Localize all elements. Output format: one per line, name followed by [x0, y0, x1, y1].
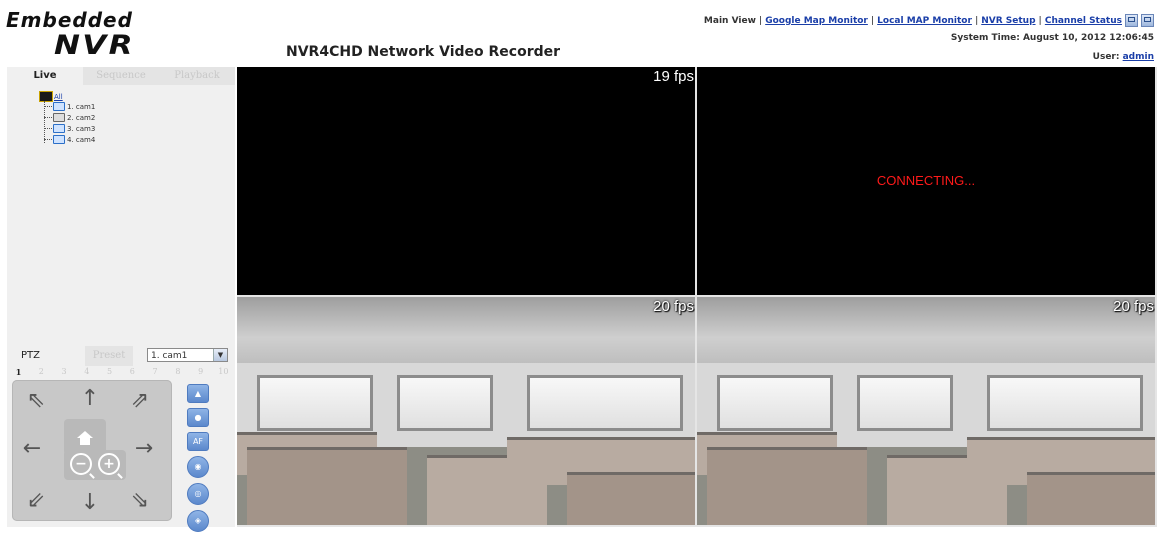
tilt-down-button[interactable]: ↓	[70, 484, 110, 520]
tree-item-label: 1. cam1	[67, 102, 96, 111]
zoom-out-button[interactable]: −	[70, 453, 92, 475]
preset-number-8[interactable]: 8	[168, 367, 187, 379]
tab-ptz[interactable]: PTZ	[21, 346, 40, 366]
video-channel-1[interactable]: 19 fps	[237, 67, 695, 295]
preset-number-3[interactable]: 3	[55, 367, 74, 379]
preset-number-2[interactable]: 2	[32, 367, 51, 379]
tab-live[interactable]: Live	[7, 67, 83, 85]
tilt-up-button[interactable]: ↑	[70, 380, 110, 416]
office-camera-feed	[697, 297, 1155, 525]
logo-line2: NVR	[54, 30, 135, 61]
tree-item-cam4[interactable]: 4. cam4	[44, 135, 95, 144]
chevron-down-icon[interactable]: ▼	[213, 349, 227, 361]
preset-number-4[interactable]: 4	[77, 367, 96, 379]
snapshot-icon[interactable]: ▲	[187, 384, 209, 403]
camera-select-value: 1. cam1	[151, 351, 188, 361]
user-info: User: admin	[1093, 52, 1154, 62]
mode-tabs: Live Sequence Playback	[7, 67, 235, 85]
camera-icon	[53, 124, 65, 133]
channel-status-link[interactable]: Channel Status	[1045, 16, 1122, 26]
preset-number-1[interactable]: 1	[9, 367, 28, 379]
tree-branch	[44, 106, 52, 107]
pan-up-right-button[interactable]: ⇗	[120, 382, 160, 418]
single-view-icon[interactable]	[1125, 14, 1138, 27]
tab-playback[interactable]: Playback	[159, 67, 235, 85]
user-name-link[interactable]: admin	[1123, 52, 1154, 62]
user-label: User:	[1092, 52, 1120, 62]
page-title: NVR4CHD Network Video Recorder	[286, 44, 561, 60]
preset-number-10[interactable]: 10	[214, 367, 233, 379]
main-view-label[interactable]: Main View	[704, 16, 756, 26]
pan-down-right-button[interactable]: ⇘	[120, 482, 160, 518]
camera-offline-icon	[53, 113, 65, 122]
fullscreen-icon[interactable]	[1141, 14, 1154, 27]
tree-item-label: 3. cam3	[67, 124, 96, 133]
video-channel-3[interactable]: 20 fps	[237, 297, 695, 525]
pan-right-button[interactable]: →	[124, 430, 164, 466]
fps-label: 20 fps	[653, 298, 694, 315]
google-map-monitor-link[interactable]: Google Map Monitor	[765, 16, 868, 26]
home-icon	[77, 430, 93, 445]
focus-near-icon[interactable]: ◉	[187, 456, 209, 478]
pan-down-left-button[interactable]: ⇙	[16, 482, 56, 518]
tree-item-label: 4. cam4	[67, 135, 96, 144]
tree-branch	[44, 117, 52, 118]
tree-branch	[44, 139, 52, 140]
fps-label: 19 fps	[653, 68, 694, 85]
ptz-side-buttons: ▲ ● AF ◉ ◎ ◈	[187, 384, 209, 537]
camera-select[interactable]: 1. cam1 ▼	[147, 348, 228, 362]
tree-branch	[44, 128, 52, 129]
video-grid: 19 fps CONNECTING... 20 fps 20 fps	[237, 67, 1157, 527]
tree-item-label: 2. cam2	[67, 113, 96, 122]
preset-number-7[interactable]: 7	[146, 367, 165, 379]
tree-root[interactable]: All	[39, 91, 63, 102]
nvr-setup-link[interactable]: NVR Setup	[981, 16, 1035, 26]
nav-separator: |	[1038, 15, 1042, 26]
nav-separator: |	[870, 15, 875, 26]
video-channel-2[interactable]: CONNECTING...	[697, 67, 1155, 295]
focus-far-icon[interactable]: ◎	[187, 483, 209, 505]
zoom-controls: − +	[64, 450, 126, 480]
preset-number-6[interactable]: 6	[123, 367, 142, 379]
tree-item-cam1[interactable]: 1. cam1	[44, 102, 95, 111]
left-panel: Live Sequence Playback All 1. cam1 2. ca…	[7, 67, 235, 532]
preset-number-9[interactable]: 9	[191, 367, 210, 379]
local-map-monitor-link[interactable]: Local MAP Monitor	[877, 16, 972, 26]
camera-group-icon	[39, 91, 53, 102]
preset-number-row: 1 2 3 4 5 6 7 8 9 10	[7, 367, 235, 379]
tab-sequence[interactable]: Sequence	[83, 67, 159, 85]
camera-icon	[53, 102, 65, 111]
system-time: System Time: August 10, 2012 12:06:45	[950, 33, 1154, 43]
pan-up-left-button[interactable]: ⇖	[16, 382, 56, 418]
ptz-direction-pad: ⇖ ↑ ⇗ ← → − + ⇙ ↓ ⇘	[12, 380, 172, 521]
zoom-in-button[interactable]: +	[98, 453, 120, 475]
iris-icon[interactable]: ◈	[187, 510, 209, 532]
logo-line1: Embedded	[6, 8, 133, 32]
camera-icon	[53, 135, 65, 144]
pan-left-button[interactable]: ←	[12, 430, 52, 466]
tab-preset[interactable]: Preset	[85, 346, 133, 366]
tree-item-cam3[interactable]: 3. cam3	[44, 124, 95, 133]
top-nav: Main View | Google Map Monitor | Local M…	[704, 14, 1154, 27]
connecting-status: CONNECTING...	[876, 173, 976, 188]
office-camera-feed	[237, 297, 695, 525]
record-icon[interactable]: ●	[187, 408, 209, 427]
preset-number-5[interactable]: 5	[100, 367, 119, 379]
nav-separator: |	[758, 15, 763, 26]
tree-root-label[interactable]: All	[54, 93, 63, 101]
tree-item-cam2[interactable]: 2. cam2	[44, 113, 95, 122]
ptz-header: PTZ Preset 1. cam1 ▼	[7, 346, 235, 366]
autofocus-icon[interactable]: AF	[187, 432, 209, 451]
logo: Embedded NVR	[6, 8, 156, 62]
fps-label: 20 fps	[1113, 298, 1154, 315]
nav-separator: |	[974, 15, 979, 26]
video-channel-4[interactable]: 20 fps	[697, 297, 1155, 525]
